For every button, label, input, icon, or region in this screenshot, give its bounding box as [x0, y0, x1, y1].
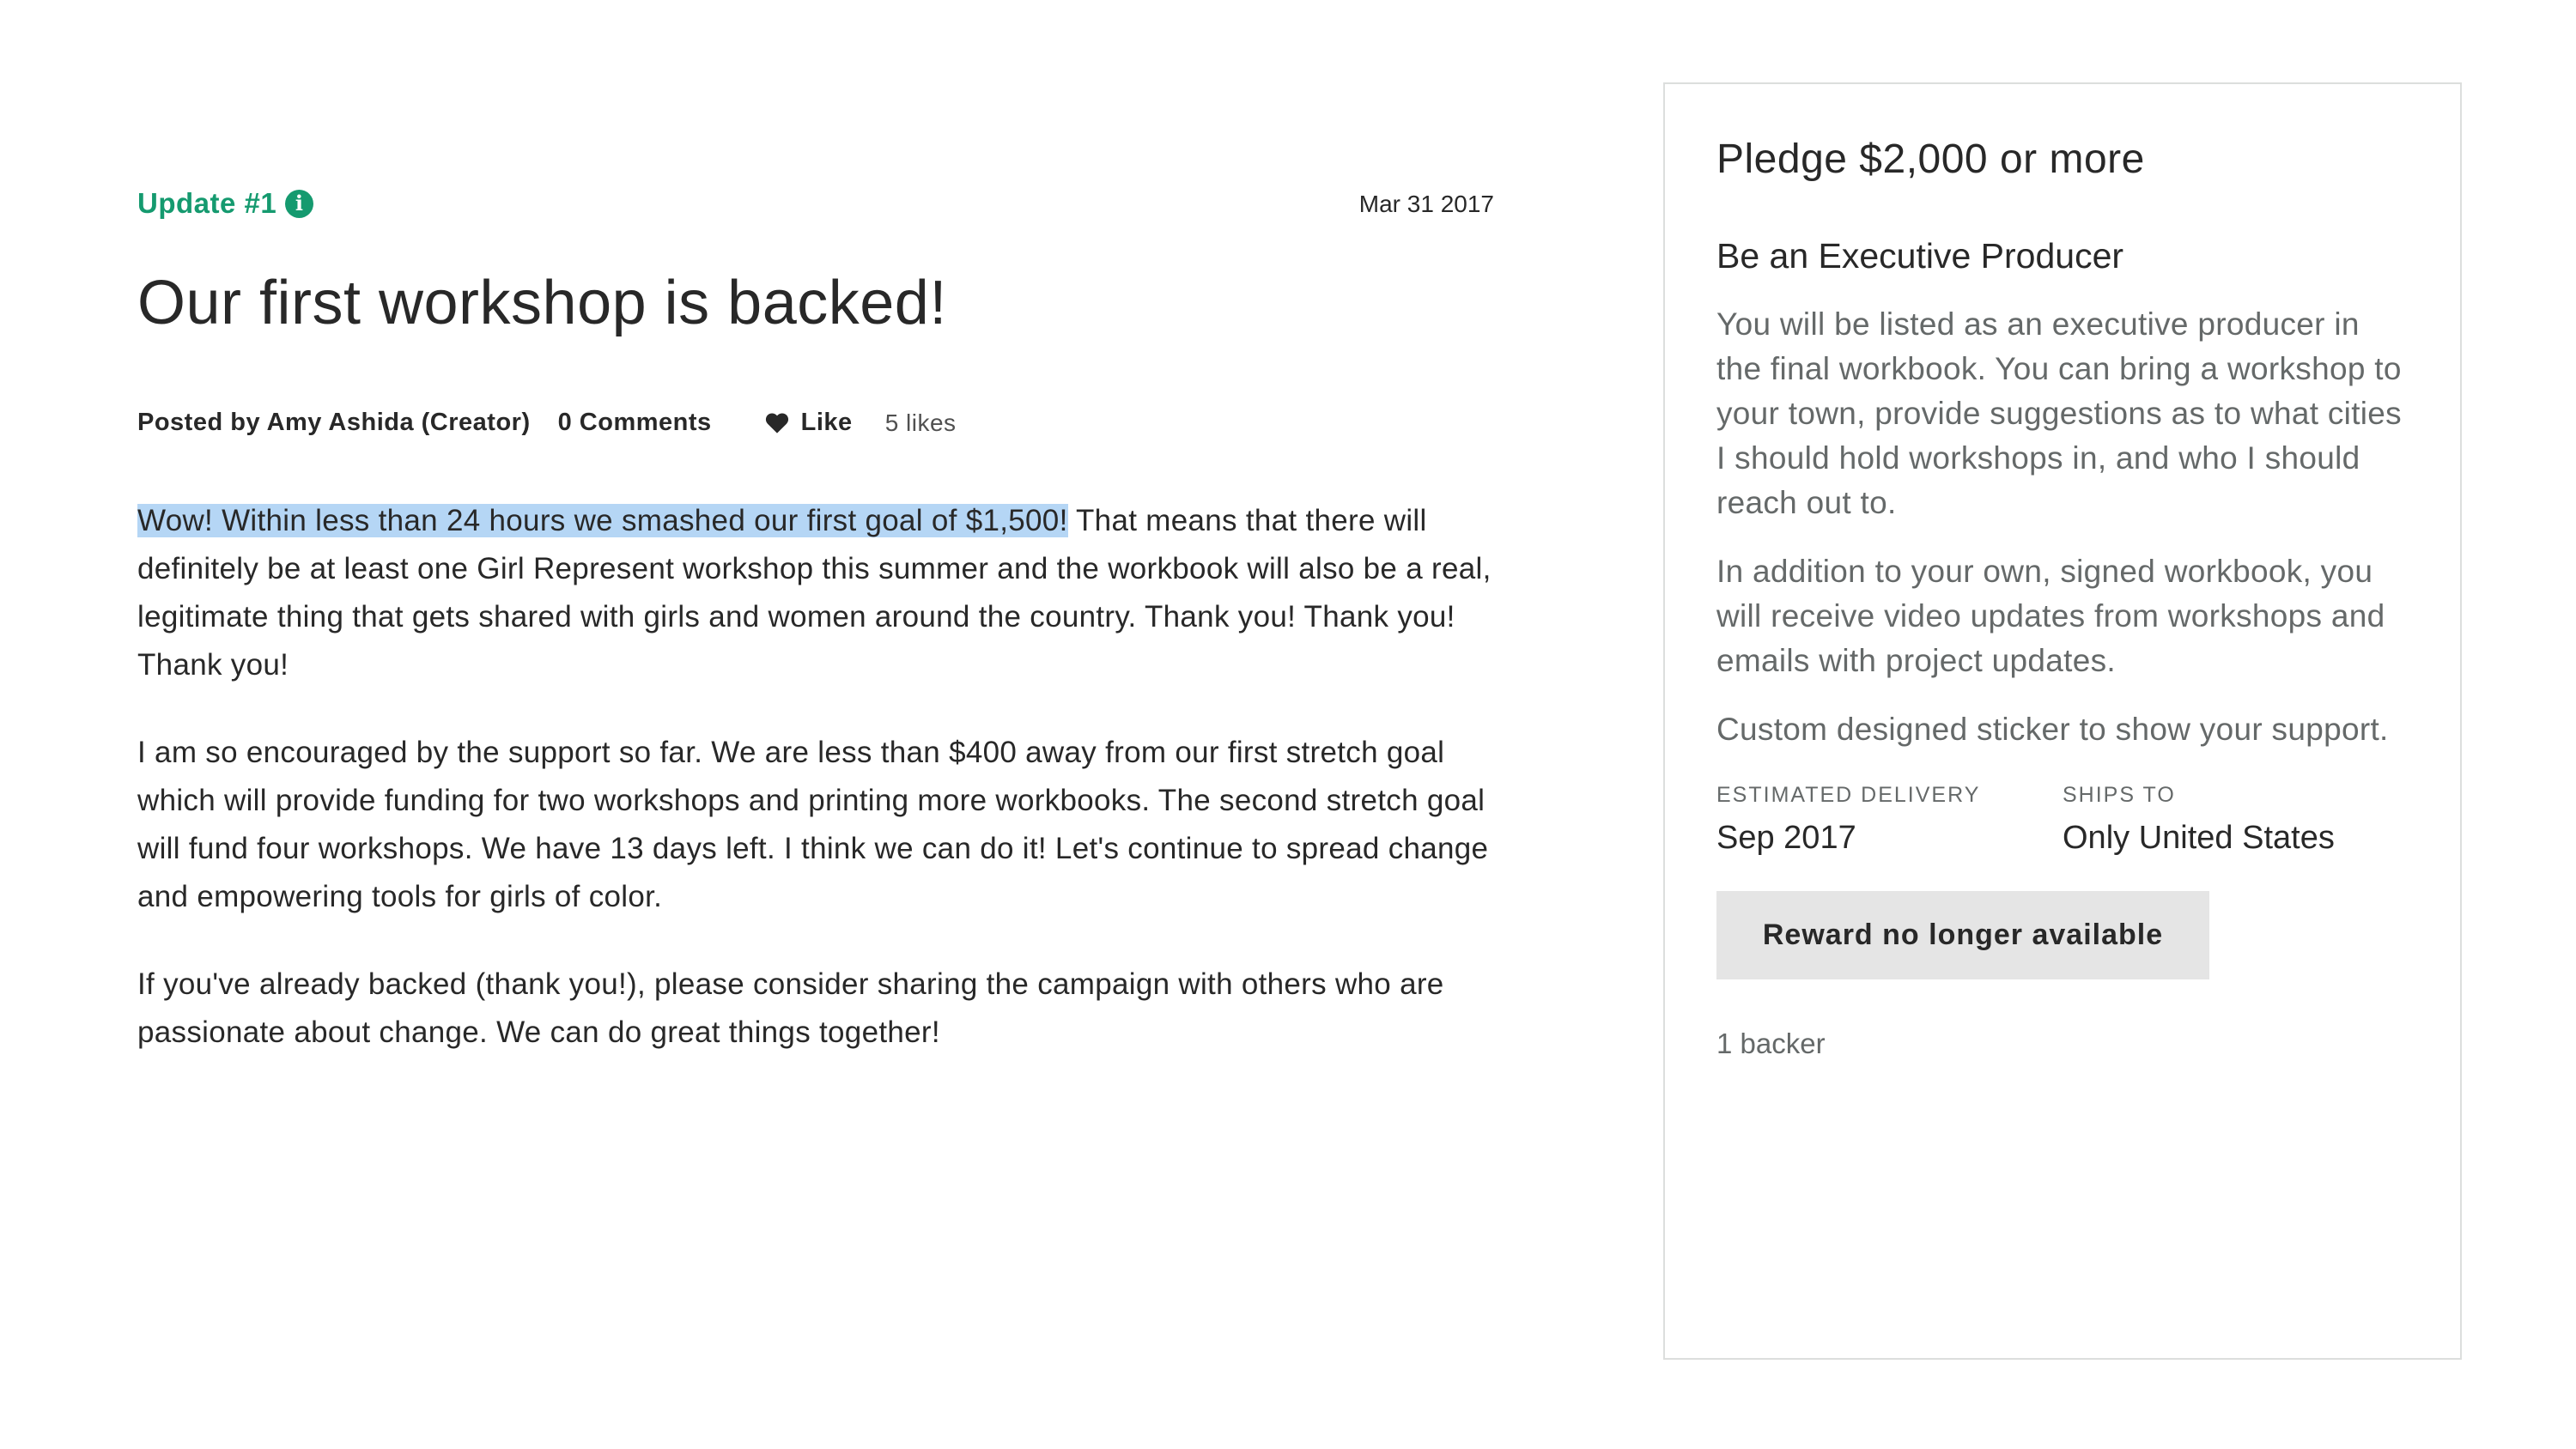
post-header: Update #1 i Mar 31 2017 — [137, 180, 1494, 232]
like-label[interactable]: Like — [801, 409, 853, 437]
post-meta: Posted by Amy Ashida (Creator) 0 Comment… — [137, 409, 1494, 437]
author-link[interactable]: Posted by Amy Ashida (Creator) — [137, 409, 531, 437]
post-date: Mar 31 2017 — [1358, 191, 1494, 217]
info-icon[interactable]: i — [285, 189, 314, 218]
post-paragraph-1: Wow! Within less than 24 hours we smashe… — [137, 497, 1494, 689]
likes-count: 5 likes — [884, 409, 957, 436]
pledge-amount: Pledge $2,000 or more — [1716, 136, 2145, 182]
post-body: Wow! Within less than 24 hours we smashe… — [137, 497, 1494, 1057]
selected-text: Wow! Within less than 24 hours we smashe… — [137, 504, 1068, 537]
like-button[interactable]: Like — [765, 409, 853, 437]
heart-icon — [765, 412, 788, 433]
reward-description: You will be listed as an executive produ… — [1716, 302, 2409, 752]
ships-to-label: Ships to — [2063, 783, 2176, 807]
ships-to: Ships to Only United States — [2063, 783, 2409, 857]
estimated-delivery: Estimated delivery Sep 2017 — [1716, 783, 2063, 857]
reward-card: Pledge $2,000 or more Be an Executive Pr… — [1663, 82, 2462, 1360]
post-title: Our first workshop is backed! — [137, 269, 947, 337]
reward-desc-3: Custom designed sticker to show your sup… — [1716, 712, 2389, 747]
ships-to-value: Only United States — [2063, 820, 2335, 856]
backer-count: 1 backer — [1716, 1028, 1826, 1059]
update-number[interactable]: Update #1 — [137, 187, 276, 220]
update-post: Update #1 i Mar 31 2017 Our first worksh… — [137, 180, 1494, 1096]
estimated-delivery-value: Sep 2017 — [1716, 820, 1856, 856]
comments-link[interactable]: 0 Comments — [558, 409, 712, 437]
reward-unavailable-button[interactable]: Reward no longer available — [1716, 891, 2209, 979]
reward-title: Be an Executive Producer — [1716, 236, 2124, 276]
reward-desc-1: You will be listed as an executive produ… — [1716, 306, 2402, 520]
update-label[interactable]: Update #1 i — [137, 187, 314, 220]
estimated-delivery-label: Estimated delivery — [1716, 783, 1981, 807]
post-paragraph-3: If you've already backed (thank you!), p… — [137, 967, 1444, 1049]
post-paragraph-2: I am so encouraged by the support so far… — [137, 736, 1489, 913]
delivery-info: Estimated delivery Sep 2017 Ships to Onl… — [1716, 783, 2409, 857]
reward-desc-2: In addition to your own, signed workbook… — [1716, 554, 2385, 678]
